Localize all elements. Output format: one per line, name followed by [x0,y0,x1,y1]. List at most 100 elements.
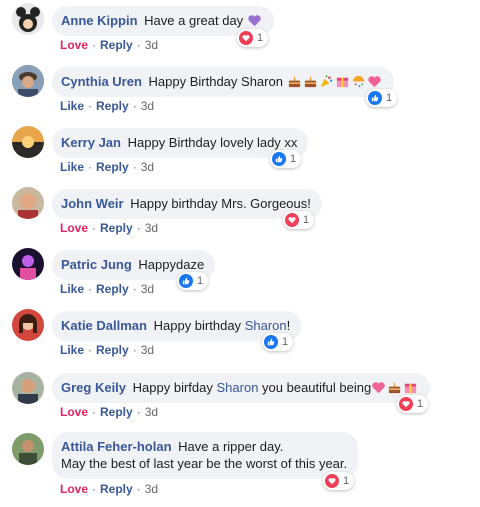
reaction-count-badge[interactable]: 1 [237,29,269,47]
comment-text: Happy birthday [153,318,242,333]
sparkling-heart-icon [367,74,382,89]
reaction-count-badge[interactable]: 1 [270,150,302,168]
comment-bubble: Greg Keily Happy birfday Sharon you beau… [52,373,431,403]
love-reaction-icon [325,474,339,488]
timestamp[interactable]: 3d [141,282,154,296]
avatar[interactable] [12,3,44,35]
timestamp[interactable]: 3d [145,405,158,419]
party-popper-icon [319,74,334,89]
comment-actions: Love · Reply · 3d [60,38,158,52]
reaction-count-badge[interactable]: 1 [262,333,294,351]
separator-dot: · [136,38,141,52]
like-button[interactable]: Like [60,99,84,113]
like-button[interactable]: Like [60,282,84,296]
reaction-count-badge[interactable]: 1 [283,211,315,229]
like-button[interactable]: Like [60,343,84,357]
comment-text: Happy Birthday lovely lady xx [127,135,298,150]
love-reaction-icon [239,31,253,45]
reaction-count: 1 [343,475,350,487]
comment-actions: Like · Reply · 3d [60,160,154,174]
reaction-count: 1 [282,336,289,348]
comment-actions: Like · Reply · 3d [60,99,154,113]
comment-text: Have a ripper day. [178,439,284,454]
love-button[interactable]: Love [60,221,88,235]
love-reaction-icon [399,397,413,411]
timestamp[interactable]: 3d [145,38,158,52]
timestamp[interactable]: 3d [141,99,154,113]
avatar[interactable] [12,433,44,465]
separator-dot: · [88,343,93,357]
love-button[interactable]: Love [60,482,88,496]
like-reaction-icon [272,152,286,166]
comment-text: Happy Birthday Sharon [148,74,283,89]
avatar[interactable] [12,372,44,404]
avatar[interactable] [12,248,44,280]
confetti-ball-icon [351,74,366,89]
comment-author[interactable]: John Weir [61,196,124,211]
timestamp[interactable]: 3d [145,221,158,235]
separator-dot: · [136,405,141,419]
reaction-count-badge[interactable]: 1 [366,89,398,107]
comment-text: you beautiful being [262,380,372,395]
comment-text: Happy birthday Mrs. Gorgeous! [130,196,311,211]
reaction-count: 1 [197,275,204,287]
reaction-count-badge[interactable]: 1 [397,395,429,413]
like-reaction-icon [368,91,382,105]
mention-link[interactable]: Sharon [245,318,287,333]
separator-dot: · [132,160,137,174]
comment-author[interactable]: Attila Feher-holan [61,439,172,454]
comment-author[interactable]: Patric Jung [61,257,132,272]
reaction-count-badge[interactable]: 1 [177,272,209,290]
reaction-count: 1 [417,398,424,410]
separator-dot: · [92,405,97,419]
avatar[interactable] [12,187,44,219]
separator-dot: · [92,221,97,235]
like-button[interactable]: Like [60,160,84,174]
avatar[interactable] [12,309,44,341]
comment-author[interactable]: Katie Dallman [61,318,147,333]
comment-author[interactable]: Cynthia Uren [61,74,142,89]
reply-button[interactable]: Reply [96,282,129,296]
reply-button[interactable]: Reply [100,38,133,52]
comment-text: Happy birfday [132,380,213,395]
like-reaction-icon [179,274,193,288]
mention-link[interactable]: Sharon [217,380,259,395]
reply-button[interactable]: Reply [96,99,129,113]
reply-button[interactable]: Reply [96,343,129,357]
avatar[interactable] [12,126,44,158]
comment-actions: Like · Reply · 3d [60,282,154,296]
comment-bubble: Kerry Jan Happy Birthday lovely lady xx [52,128,309,158]
comment-text: Happydaze [138,257,205,272]
comment-actions: Love · Reply · 3d [60,482,158,496]
comment-author[interactable]: Anne Kippin [61,13,138,28]
love-button[interactable]: Love [60,38,88,52]
comment-actions: Love · Reply · 3d [60,405,158,419]
separator-dot: · [92,38,97,52]
separator-dot: · [136,221,141,235]
love-button[interactable]: Love [60,405,88,419]
comment-bubble: Attila Feher-holan Have a ripper day. Ma… [52,432,359,479]
cake-icon [303,74,318,89]
separator-dot: · [88,99,93,113]
reply-button[interactable]: Reply [96,160,129,174]
like-reaction-icon [264,335,278,349]
reply-button[interactable]: Reply [100,482,133,496]
reaction-count: 1 [386,92,393,104]
timestamp[interactable]: 3d [141,160,154,174]
comment-author[interactable]: Greg Keily [61,380,126,395]
gift-icon [403,380,418,395]
timestamp[interactable]: 3d [141,343,154,357]
separator-dot: · [136,482,141,496]
reply-button[interactable]: Reply [100,221,133,235]
avatar[interactable] [12,65,44,97]
comment-bubble: Cynthia Uren Happy Birthday Sharon [52,67,394,97]
comment-text: ! [286,318,291,333]
reply-button[interactable]: Reply [100,405,133,419]
reaction-count-badge[interactable]: 1 [323,472,355,490]
separator-dot: · [132,99,137,113]
comment-author[interactable]: Kerry Jan [61,135,121,150]
comment-text: May the best of last year be the worst o… [61,456,348,471]
cake-icon [287,74,302,89]
gift-icon [335,74,350,89]
timestamp[interactable]: 3d [145,482,158,496]
